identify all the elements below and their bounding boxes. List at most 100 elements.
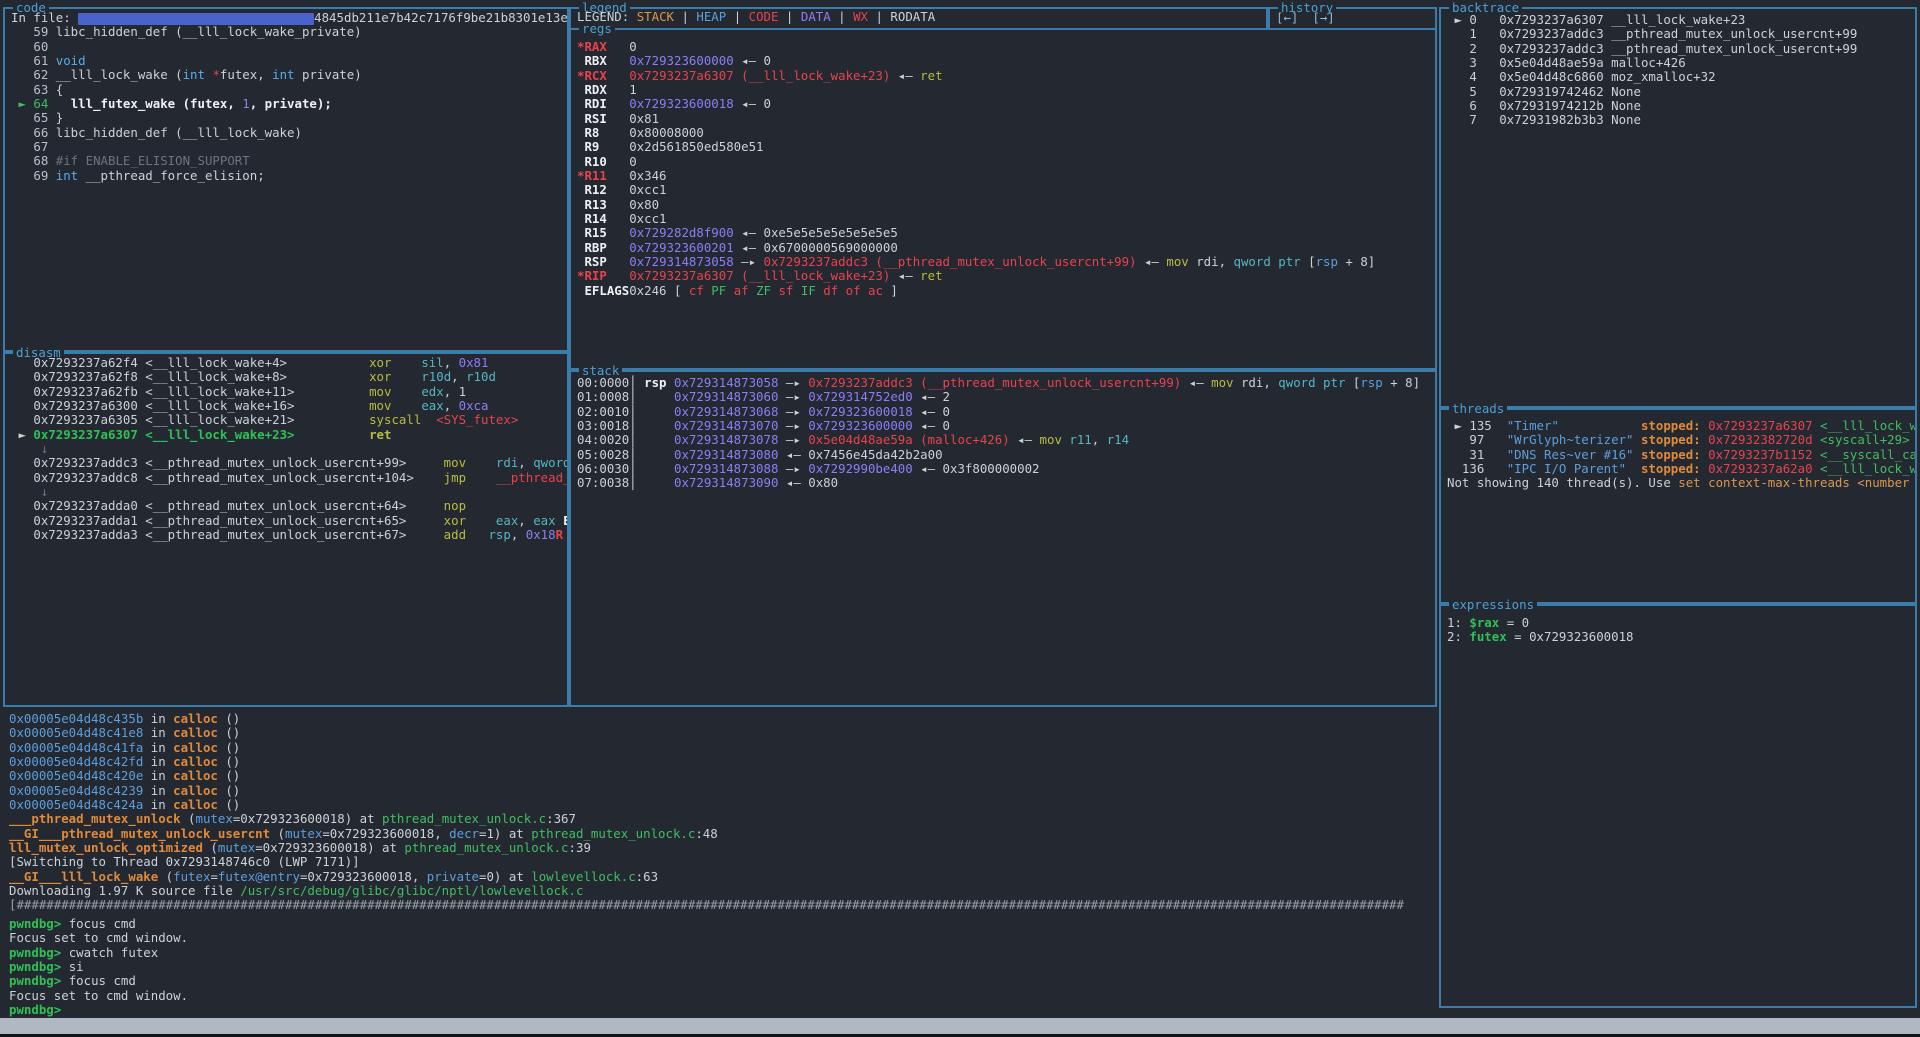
terminal-line: 0x7293237a6305 <__lll_lock_wake+21> sysc… — [11, 413, 567, 427]
terminal-line: 6 0x72931974212b None — [1447, 99, 1915, 113]
pwndbg-terminal: code In file: 4845db211e7b42c7176f9be21b… — [0, 0, 1920, 1037]
terminal-line: R8 0x80008000 — [577, 126, 1435, 140]
code-panel: code In file: 4845db211e7b42c7176f9be21b… — [3, 7, 569, 352]
expressions-panel-body: 1: $rax = 02: futex = 0x729323600018 — [1441, 606, 1915, 1006]
terminal-line: *RCX 0x7293237a6307 (__lll_lock_wake+23)… — [577, 69, 1435, 83]
legend-panel-body: LEGEND: STACK | HEAP | CODE | DATA | WX … — [571, 9, 1266, 28]
terminal-line: 0x7293237a62fb <__lll_lock_wake+11> mov … — [11, 385, 567, 399]
disassembly-panel-body: 0x7293237a62f4 <__lll_lock_wake+4> xor s… — [5, 354, 567, 705]
terminal-line: R10 0 — [577, 155, 1435, 169]
terminal-line: *RIP 0x7293237a6307 (__lll_lock_wake+23)… — [577, 269, 1435, 283]
terminal-line: Not showing 140 thread(s). Use set conte… — [1447, 476, 1915, 490]
terminal-line: In file: 4845db211e7b42c7176f9be21b8301e… — [11, 11, 567, 25]
terminal-line: RSI 0x81 — [577, 112, 1435, 126]
backtrace-panel: backtrace ► 0 0x7293237a6307 __lll_lock_… — [1439, 7, 1917, 408]
terminal-line: RDX 1 — [577, 83, 1435, 97]
terminal-line: 0x7293237a62f4 <__lll_lock_wake+4> xor s… — [11, 356, 567, 370]
disassembly-panel: disasm 0x7293237a62f4 <__lll_lock_wake+4… — [3, 352, 569, 707]
registers-panel-body: *RAX 0 RBX 0x729323600000 ◂— 0*RCX 0x729… — [571, 30, 1435, 368]
terminal-line: 0x7293237a6300 <__lll_lock_wake+16> mov … — [11, 399, 567, 413]
terminal-line: LEGEND: STACK | HEAP | CODE | DATA | WX … — [577, 10, 1266, 24]
terminal-line: 01:0008│ 0x729314873060 —▸ 0x729314752ed… — [577, 390, 1435, 404]
terminal-line: R13 0x80 — [577, 198, 1435, 212]
terminal-line: 63 { — [11, 83, 567, 97]
terminal-line: R9 0x2d561850ed580e51 — [577, 140, 1435, 154]
terminal-line: 07:0038│ 0x729314873090 ◂— 0x80 — [577, 476, 1435, 490]
terminal-output: 0x00005e04d48c435b in calloc ()0x00005e0… — [9, 712, 1435, 917]
terminal-line: RBP 0x729323600201 ◂— 0x6700000569000000 — [577, 241, 1435, 255]
stack-panel: stack 00:0000│ rsp 0x729314873058 —▸ 0x7… — [569, 370, 1437, 707]
terminal-line: 00:0000│ rsp 0x729314873058 —▸ 0x7293237… — [577, 376, 1435, 390]
terminal-line: 0x7293237adda0 <__pthread_mutex_unlock_u… — [11, 499, 567, 513]
terminal-line: 1: $rax = 0 — [1447, 616, 1915, 630]
terminal-line: 03:0018│ 0x729314873070 —▸ 0x72932360000… — [577, 419, 1435, 433]
terminal-line: RDI 0x729323600018 ◂— 0 — [577, 97, 1435, 111]
terminal-line: 06:0030│ 0x729314873088 —▸ 0x7292990be40… — [577, 462, 1435, 476]
terminal-line: ► 0x7293237a6307 <__lll_lock_wake+23> re… — [11, 428, 567, 442]
terminal-line: 65 } — [11, 111, 567, 125]
terminal-line: 66 libc_hidden_def (__lll_lock_wake) — [11, 126, 567, 140]
terminal-line: [Switching to Thread 0x7293148746c0 (LWP… — [9, 855, 1435, 869]
terminal-line: pwndbg> focus cmd — [9, 974, 1435, 988]
terminal-line: RBX 0x729323600000 ◂— 0 — [577, 54, 1435, 68]
terminal-line: 4 0x5e04d48c6860 moz_xmalloc+32 — [1447, 70, 1915, 84]
terminal-line: 0x00005e04d48c4239 in calloc () — [9, 784, 1435, 798]
terminal-line: 04:0020│ 0x729314873078 —▸ 0x5e04d48ae59… — [577, 433, 1435, 447]
registers-panel: regs *RAX 0 RBX 0x729323600000 ◂— 0*RCX … — [569, 28, 1437, 370]
terminal-line: 59 libc_hidden_def (__lll_lock_wake_priv… — [11, 25, 567, 39]
terminal-line: R12 0xcc1 — [577, 183, 1435, 197]
legend-panel: legend LEGEND: STACK | HEAP | CODE | DAT… — [569, 7, 1268, 30]
terminal-line: 1 0x7293237addc3 __pthread_mutex_unlock_… — [1447, 27, 1915, 41]
threads-panel: threads ► 135 "Timer" stopped: 0x7293237… — [1439, 408, 1917, 604]
terminal-line: ___pthread_mutex_unlock (mutex=0x7293236… — [9, 812, 1435, 826]
command-prompt-area[interactable]: pwndbg> focus cmdFocus set to cmd window… — [9, 917, 1435, 1018]
terminal-line: 02:0010│ 0x729314873068 —▸ 0x72932360001… — [577, 405, 1435, 419]
terminal-line: RSP 0x729314873058 —▸ 0x7293237addc3 (__… — [577, 255, 1435, 269]
terminal-line: 0x00005e04d48c435b in calloc () — [9, 712, 1435, 726]
terminal-line: 0x00005e04d48c41fa in calloc () — [9, 741, 1435, 755]
terminal-line: __GI___lll_lock_wake (futex=futex@entry=… — [9, 870, 1435, 884]
terminal-line: ► 135 "Timer" stopped: 0x7293237a6307 <_… — [1447, 419, 1915, 433]
terminal-line: 0x00005e04d48c424a in calloc () — [9, 798, 1435, 812]
terminal-line: [#######################################… — [9, 898, 1435, 912]
terminal-line: 60 — [11, 40, 567, 54]
terminal-line: *RAX 0 — [577, 40, 1435, 54]
terminal-line: 61 void — [11, 54, 567, 68]
terminal-line: 0x00005e04d48c41e8 in calloc () — [9, 726, 1435, 740]
backtrace-panel-body: ► 0 0x7293237a6307 __lll_lock_wake+23 1 … — [1441, 9, 1915, 406]
terminal-line: 7 0x72931982b3b3 None — [1447, 113, 1915, 127]
terminal-line: 2: futex = 0x729323600018 — [1447, 630, 1915, 644]
terminal-line: 0x7293237addc3 <__pthread_mutex_unlock_u… — [11, 456, 567, 470]
terminal-line: 69 int __pthread_force_elision; — [11, 169, 567, 183]
terminal-line: EFLAGS0x246 [ cf PF af ZF sf IF df of ac… — [577, 284, 1435, 298]
stack-panel-body: 00:0000│ rsp 0x729314873058 —▸ 0x7293237… — [571, 372, 1435, 705]
terminal-line: pwndbg> focus cmd — [9, 917, 1435, 931]
terminal-line: 31 "DNS Res~ver #16" stopped: 0x7293237b… — [1447, 448, 1915, 462]
terminal-line: R15 0x729282d8f900 ◂— 0xe5e5e5e5e5e5e5e5 — [577, 226, 1435, 240]
terminal-line: 3 0x5e04d48ae59a malloc+426 — [1447, 56, 1915, 70]
terminal-line: 5 0x729319742462 None — [1447, 85, 1915, 99]
history-panel-body: [←] [→] — [1270, 9, 1435, 28]
terminal-line: ► 0 0x7293237a6307 __lll_lock_wake+23 — [1447, 13, 1915, 27]
terminal-line: pwndbg> si — [9, 960, 1435, 974]
terminal-line: 62 __lll_lock_wake (int *futex, int priv… — [11, 68, 567, 82]
terminal-line: 0x7293237addc8 <__pthread_mutex_unlock_u… — [11, 471, 567, 485]
history-forward-button[interactable]: [→] — [1312, 10, 1334, 25]
terminal-line: 68 #if ENABLE_ELISION_SUPPORT — [11, 154, 567, 168]
terminal-line: Focus set to cmd window. — [9, 931, 1435, 945]
terminal-line: lll_mutex_unlock_optimized (mutex=0x7293… — [9, 841, 1435, 855]
terminal-line: 67 — [11, 140, 567, 154]
terminal-line: pwndbg> cwatch futex — [9, 946, 1435, 960]
history-panel: history [←][→] — [1268, 7, 1437, 30]
terminal-line: pwndbg> — [9, 1003, 1435, 1017]
terminal-line: ↓ — [11, 442, 567, 456]
threads-panel-body: ► 135 "Timer" stopped: 0x7293237a6307 <_… — [1441, 410, 1915, 602]
code-panel-body: In file: 4845db211e7b42c7176f9be21b8301e… — [5, 9, 567, 350]
terminal-line: 136 "IPC I/O Parent" stopped: 0x7293237a… — [1447, 462, 1915, 476]
terminal-line: 0x7293237adda3 <__pthread_mutex_unlock_u… — [11, 528, 567, 542]
terminal-line: 0x7293237a62f8 <__lll_lock_wake+8> xor r… — [11, 370, 567, 384]
terminal-line: __GI___pthread_mutex_unlock_usercnt (mut… — [9, 827, 1435, 841]
terminal-line: ↓ — [11, 485, 567, 499]
history-back-button[interactable]: [←] — [1276, 10, 1298, 25]
terminal-line: R14 0xcc1 — [577, 212, 1435, 226]
